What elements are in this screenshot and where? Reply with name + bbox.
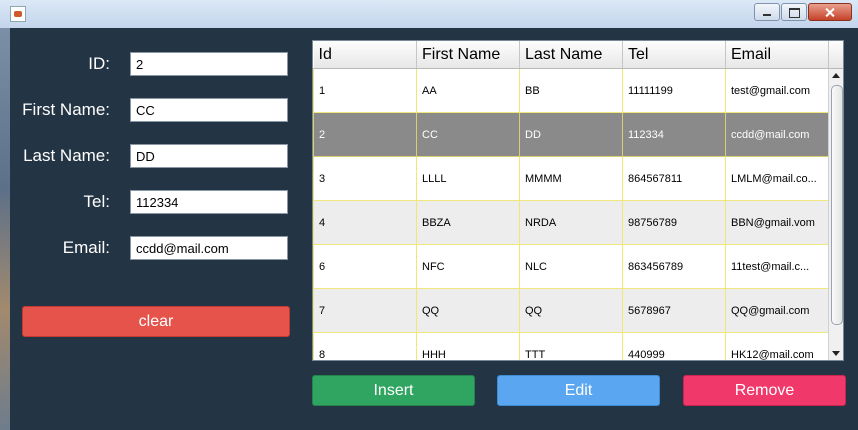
java-app-icon bbox=[10, 6, 26, 22]
cell-tel: 112334 bbox=[622, 112, 726, 157]
column-header-email[interactable]: Email bbox=[725, 41, 829, 69]
main-panel: ID: First Name: Last Name: Tel: Email: c… bbox=[10, 28, 858, 430]
email-field[interactable] bbox=[130, 236, 288, 260]
cell-tel: 864567811 bbox=[622, 156, 726, 201]
cell-first-name: NFC bbox=[416, 244, 520, 289]
cell-email: 11test@mail.c... bbox=[725, 244, 829, 289]
cell-last-name: DD bbox=[519, 112, 623, 157]
cell-id: 7 bbox=[313, 288, 417, 333]
window-controls bbox=[753, 3, 852, 21]
close-button[interactable] bbox=[808, 3, 852, 21]
cell-tel: 98756789 bbox=[622, 200, 726, 245]
cell-last-name: NLC bbox=[519, 244, 623, 289]
cell-tel: 11111199 bbox=[622, 68, 726, 113]
cell-first-name: QQ bbox=[416, 288, 520, 333]
cell-tel: 863456789 bbox=[622, 244, 726, 289]
cell-first-name: AA bbox=[416, 68, 520, 113]
cell-last-name: TTT bbox=[519, 332, 623, 360]
id-label: ID: bbox=[88, 54, 110, 73]
cell-email: ccdd@mail.com bbox=[725, 112, 829, 157]
insert-button[interactable]: Insert bbox=[312, 375, 475, 406]
tel-label: Tel: bbox=[83, 192, 110, 211]
cell-last-name: MMMM bbox=[519, 156, 623, 201]
cell-first-name: HHH bbox=[416, 332, 520, 360]
table-row[interactable]: 6 NFC NLC 863456789 11test@mail.c... bbox=[313, 244, 829, 289]
cell-id: 2 bbox=[313, 112, 417, 157]
minimize-button[interactable] bbox=[754, 3, 780, 21]
last-name-field[interactable] bbox=[130, 144, 288, 168]
cell-id: 4 bbox=[313, 200, 417, 245]
cell-id: 6 bbox=[313, 244, 417, 289]
table-row[interactable]: 4 BBZA NRDA 98756789 BBN@gmail.vom bbox=[313, 200, 829, 245]
cell-first-name: CC bbox=[416, 112, 520, 157]
cell-id: 8 bbox=[313, 332, 417, 360]
records-table: Id First Name Last Name Tel Email 1 AA B… bbox=[312, 40, 844, 361]
desktop-background-strip bbox=[0, 28, 10, 430]
tel-field[interactable] bbox=[130, 190, 288, 214]
cell-id: 3 bbox=[313, 156, 417, 201]
cell-email: HK12@mail.com bbox=[725, 332, 829, 360]
cell-email: test@gmail.com bbox=[725, 68, 829, 113]
table-row[interactable]: 1 AA BB 11111199 test@gmail.com bbox=[313, 68, 829, 113]
email-label: Email: bbox=[62, 238, 110, 257]
cell-email: BBN@gmail.vom bbox=[725, 200, 829, 245]
column-header-first-name[interactable]: First Name bbox=[416, 41, 520, 69]
last-name-label: Last Name: bbox=[23, 146, 110, 165]
clear-button[interactable]: clear bbox=[22, 306, 290, 337]
table-row[interactable]: 8 HHH TTT 440999 HK12@mail.com bbox=[313, 332, 829, 360]
first-name-field[interactable] bbox=[130, 98, 288, 122]
cell-last-name: BB bbox=[519, 68, 623, 113]
scroll-header-corner bbox=[828, 41, 843, 69]
scroll-up-icon[interactable] bbox=[832, 73, 840, 78]
edit-button[interactable]: Edit bbox=[497, 375, 660, 406]
table-row[interactable]: 3 LLLL MMMM 864567811 LMLM@mail.co... bbox=[313, 156, 829, 201]
cell-email: QQ@gmail.com bbox=[725, 288, 829, 333]
table-row[interactable]: 7 QQ QQ 5678967 QQ@gmail.com bbox=[313, 288, 829, 333]
cell-last-name: QQ bbox=[519, 288, 623, 333]
column-header-id[interactable]: Id bbox=[313, 41, 417, 69]
table-header-row: Id First Name Last Name Tel Email bbox=[313, 41, 829, 69]
maximize-button[interactable] bbox=[781, 3, 807, 21]
cell-id: 1 bbox=[313, 68, 417, 113]
cell-last-name: NRDA bbox=[519, 200, 623, 245]
scroll-down-icon[interactable] bbox=[832, 351, 840, 356]
id-field[interactable] bbox=[130, 52, 288, 76]
cell-tel: 440999 bbox=[622, 332, 726, 360]
cell-first-name: LLLL bbox=[416, 156, 520, 201]
column-header-last-name[interactable]: Last Name bbox=[519, 41, 623, 69]
table-row-selected[interactable]: 2 CC DD 112334 ccdd@mail.com bbox=[313, 112, 829, 157]
first-name-label: First Name: bbox=[22, 100, 110, 119]
scrollbar-thumb[interactable] bbox=[831, 85, 843, 325]
cell-tel: 5678967 bbox=[622, 288, 726, 333]
vertical-scrollbar[interactable] bbox=[828, 69, 843, 360]
cell-email: LMLM@mail.co... bbox=[725, 156, 829, 201]
cell-first-name: BBZA bbox=[416, 200, 520, 245]
remove-button[interactable]: Remove bbox=[683, 375, 846, 406]
column-header-tel[interactable]: Tel bbox=[622, 41, 726, 69]
title-bar bbox=[0, 0, 858, 29]
